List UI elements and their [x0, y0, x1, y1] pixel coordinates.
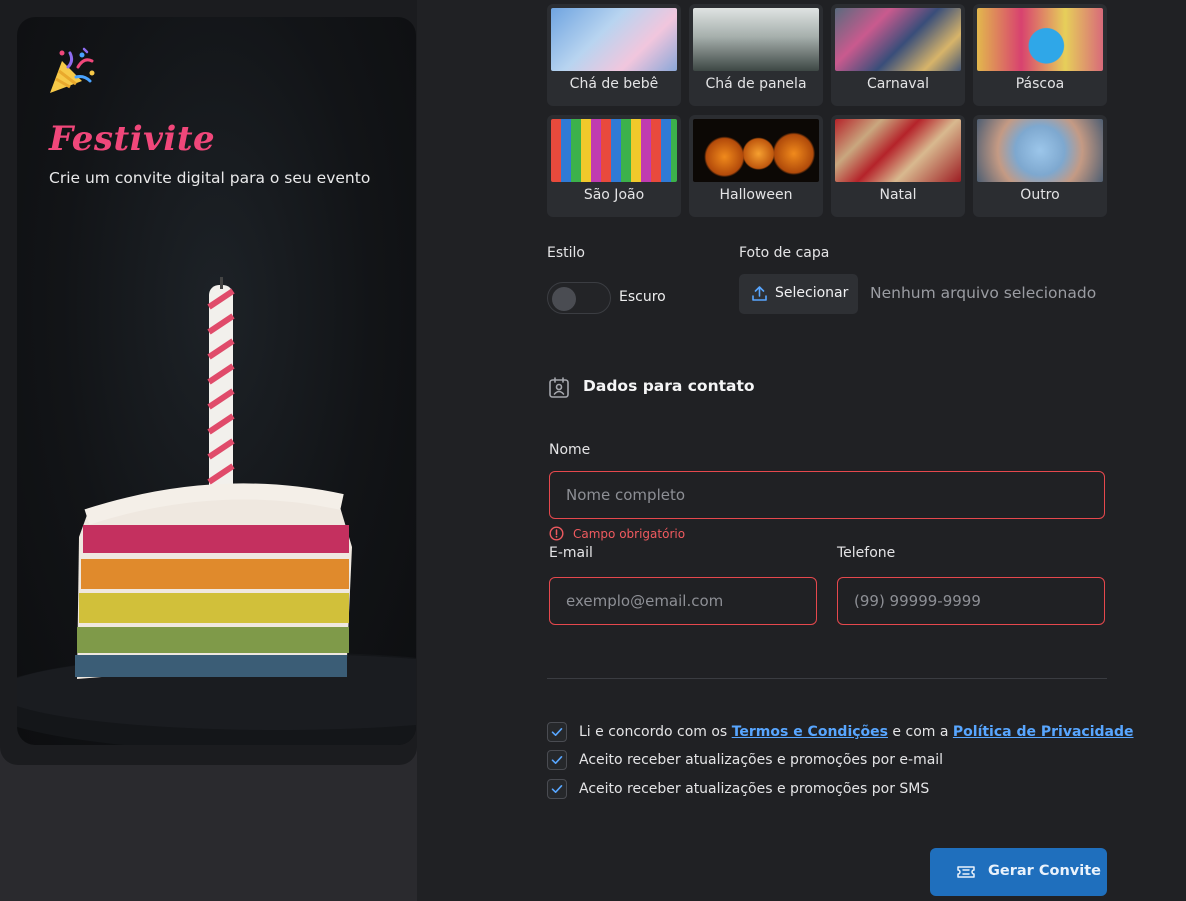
brand-name: Festivite: [49, 119, 216, 159]
phone-field[interactable]: [838, 578, 1104, 624]
celebration-photo: [977, 119, 1103, 182]
email-updates-text: Aceito receber atualizações e promoções …: [579, 752, 944, 768]
toggle-label: Escuro: [619, 289, 666, 305]
email-field[interactable]: [550, 578, 816, 624]
category-card[interactable]: Halloween: [689, 115, 823, 217]
name-label: Nome: [549, 442, 591, 458]
party-popper-icon: [50, 47, 95, 93]
sms-updates-checkbox[interactable]: [547, 779, 567, 799]
cover-photo-label: Foto de capa: [739, 245, 830, 261]
terms-checkbox[interactable]: [547, 722, 567, 742]
christmas-photo: [835, 119, 961, 182]
sms-updates-text: Aceito receber atualizações e promoções …: [579, 781, 930, 797]
contact-card-icon: [549, 377, 569, 398]
category-card[interactable]: Páscoa: [973, 4, 1107, 106]
festa-junina-photo: [551, 119, 677, 182]
halloween-photo: [693, 119, 819, 182]
carnival-photo: [835, 8, 961, 71]
check-icon: [551, 728, 563, 736]
easter-photo: [977, 8, 1103, 71]
terms-link[interactable]: Termos e Condições: [732, 724, 888, 740]
category-label: São João: [583, 187, 645, 203]
email-label: E-mail: [549, 545, 593, 561]
style-label: Estilo: [547, 245, 585, 261]
category-label: Natal: [879, 187, 917, 203]
category-label: Outro: [1020, 187, 1060, 203]
category-card[interactable]: São João: [547, 115, 681, 217]
category-label: Chá de bebê: [569, 76, 659, 92]
name-error-message: Campo obrigatório: [573, 527, 686, 541]
brand-tagline: Crie um convite digital para o seu event…: [49, 169, 371, 187]
select-file-button[interactable]: Selecionar: [739, 274, 858, 314]
dark-mode-toggle[interactable]: [547, 282, 611, 314]
category-card[interactable]: Natal: [831, 115, 965, 217]
name-field[interactable]: [550, 472, 1104, 518]
terms-consent-middle: e com a: [887, 724, 953, 740]
terms-consent-prefix: Li e concordo com os: [579, 724, 732, 740]
privacy-policy-link[interactable]: Política de Privacidade: [953, 724, 1134, 740]
name-field-container: [549, 471, 1105, 519]
left-panel: Festivite Crie um convite digital para o…: [0, 0, 417, 765]
category-card[interactable]: Carnaval: [831, 4, 965, 106]
file-status: Nenhum arquivo selecionado: [870, 284, 1097, 302]
category-card[interactable]: Chá de bebê: [547, 4, 681, 106]
terms-consent-text: Li e concordo com os Termos e Condições …: [579, 724, 1134, 740]
category-card[interactable]: Outro: [973, 115, 1107, 217]
ticket-icon: [957, 866, 975, 878]
section-title: Dados para contato: [583, 377, 755, 395]
generate-invite-button[interactable]: Gerar Convite: [930, 848, 1107, 896]
category-card[interactable]: Chá de panela: [689, 4, 823, 106]
error-icon: [549, 526, 564, 541]
category-label: Halloween: [719, 187, 793, 203]
category-label: Páscoa: [1015, 76, 1065, 92]
category-label: Chá de panela: [705, 76, 807, 92]
toggle-knob: [552, 287, 576, 311]
kitchen-shower-photo: [693, 8, 819, 71]
category-label: Carnaval: [866, 76, 930, 92]
upload-icon: [752, 286, 767, 301]
select-file-label: Selecionar: [775, 285, 849, 301]
phone-label: Telefone: [837, 545, 896, 561]
check-icon: [551, 756, 563, 764]
hero-card: Festivite Crie um convite digital para o…: [17, 17, 416, 745]
email-field-container: [549, 577, 817, 625]
cake-illustration: [17, 277, 416, 745]
generate-invite-label: Gerar Convite: [988, 863, 1101, 879]
check-icon: [551, 785, 563, 793]
phone-field-container: [837, 577, 1105, 625]
baby-shower-photo: [551, 8, 677, 71]
divider: [547, 678, 1107, 679]
email-updates-checkbox[interactable]: [547, 750, 567, 770]
